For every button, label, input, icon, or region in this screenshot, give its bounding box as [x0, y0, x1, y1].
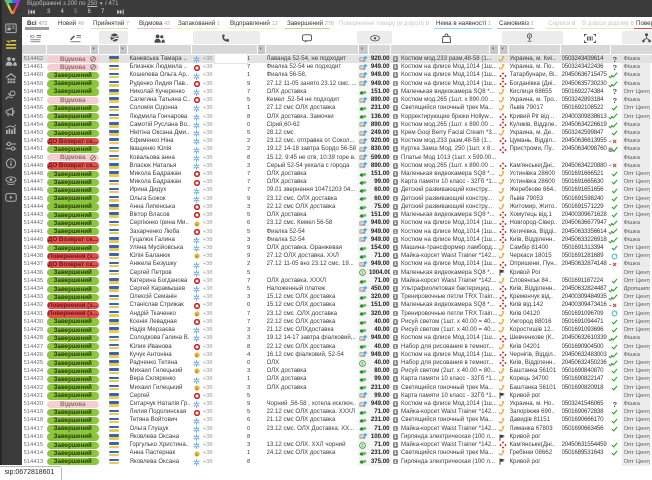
svg-text:$: $ [361, 443, 364, 448]
svg-text:k: k [195, 353, 197, 358]
svg-text:k: k [195, 254, 197, 259]
svg-text:$: $ [361, 271, 364, 276]
svg-text:k: k [195, 312, 197, 317]
svg-text:$: $ [361, 361, 364, 366]
svg-text:k: k [195, 451, 197, 456]
svg-text:ID: ID [30, 34, 35, 39]
svg-text:k: k [195, 221, 197, 226]
svg-text:k: k [195, 369, 197, 374]
svg-text:k: k [195, 386, 197, 391]
